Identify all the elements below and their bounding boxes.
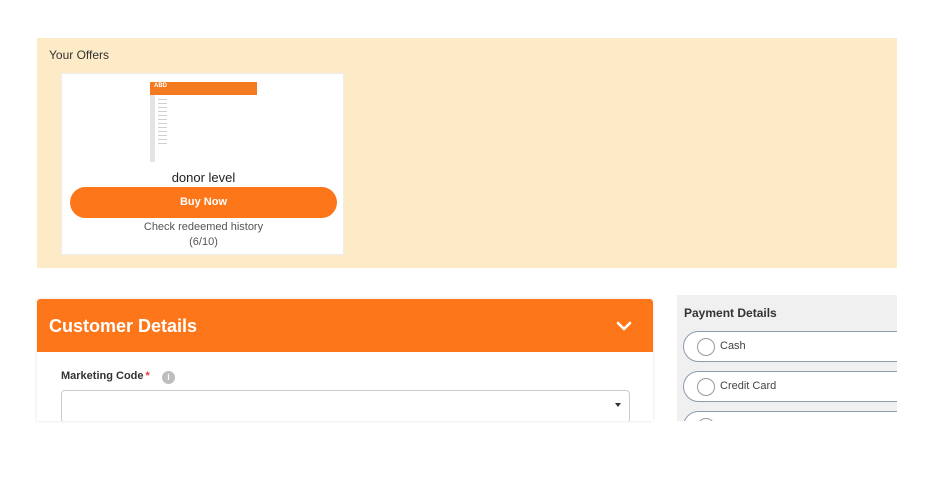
thumbnail-line: [158, 143, 167, 144]
payment-details-panel: Payment Details Cash Credit Card: [677, 295, 897, 421]
marketing-code-label: Marketing Code *: [61, 370, 150, 382]
chevron-down-icon[interactable]: [615, 317, 633, 335]
thumbnail-line: [158, 123, 167, 124]
redeem-count: (6/10): [189, 236, 218, 248]
caret-down-icon: [615, 403, 621, 407]
thumbnail-logo: ABD: [154, 83, 167, 89]
thumbnail-header-bar: ABD: [150, 82, 257, 95]
thumbnail-line: [158, 139, 167, 140]
customer-details-section: Customer Details Marketing Code * i: [37, 299, 653, 421]
offers-panel: Your Offers ABD donor level Buy Now Chec…: [37, 38, 897, 268]
payment-option-credit-card[interactable]: Credit Card: [683, 371, 897, 402]
offer-name: donor level: [171, 170, 236, 185]
info-icon[interactable]: i: [162, 371, 175, 384]
thumbnail-line: [158, 103, 167, 104]
thumbnail-sidebar: [150, 95, 155, 162]
thumbnail-line: [158, 131, 167, 132]
offer-thumbnail: ABD: [150, 82, 257, 162]
redeemed-history-link[interactable]: Check redeemed history: [62, 221, 345, 233]
thumbnail-line: [158, 99, 167, 100]
payment-option-cash[interactable]: Cash: [683, 331, 897, 362]
section-title: Customer Details: [49, 316, 198, 336]
payment-details-title: Payment Details: [684, 306, 777, 320]
payment-option-label: Credit Card: [720, 380, 777, 392]
thumbnail-line: [158, 135, 167, 136]
radio-circle[interactable]: [697, 378, 715, 396]
required-marker: *: [145, 370, 150, 382]
offers-title: Your Offers: [49, 48, 110, 62]
thumbnail-line: [158, 115, 167, 116]
thumbnail-line: [158, 119, 167, 120]
buy-now-button[interactable]: Buy Now: [70, 187, 337, 218]
payment-option-label: Cash: [720, 340, 746, 352]
payment-option[interactable]: [683, 411, 897, 421]
customer-details-header[interactable]: Customer Details: [37, 299, 653, 352]
thumbnail-line: [158, 107, 167, 108]
thumbnail-line: [158, 111, 167, 112]
offer-card: ABD donor level Buy Now Check redeemed h…: [61, 73, 344, 255]
marketing-code-select[interactable]: [61, 390, 630, 421]
radio-circle[interactable]: [697, 338, 715, 356]
radio-circle[interactable]: [697, 418, 715, 421]
marketing-code-label-text: Marketing Code: [61, 370, 144, 382]
thumbnail-line: [158, 127, 167, 128]
